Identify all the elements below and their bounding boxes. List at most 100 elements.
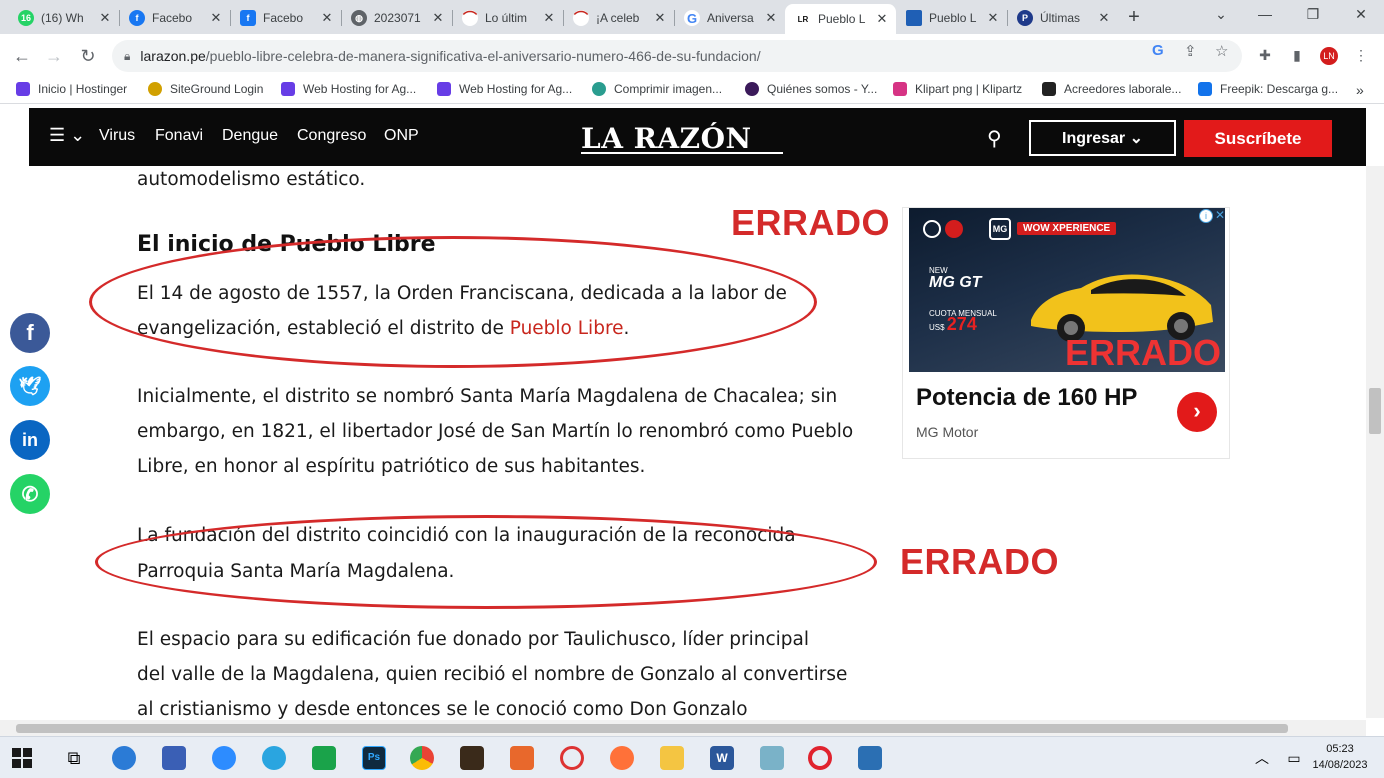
firefox-icon[interactable] — [610, 746, 634, 770]
ad-model: MG GT — [929, 274, 982, 291]
word-icon[interactable]: W — [710, 746, 734, 770]
linkedin-share-icon[interactable]: in — [10, 420, 50, 460]
klipart-icon — [893, 82, 907, 96]
tab-ultimas[interactable]: P Últimas ✕ — [1007, 4, 1118, 32]
address-bar[interactable]: 🔒︎ larazon.pe/pueblo-libre-celebra-de-ma… — [112, 40, 1242, 72]
tab-title: (16) Wh — [41, 11, 84, 25]
google-lens-icon[interactable]: G — [1152, 42, 1164, 59]
close-icon[interactable]: ✕ — [1096, 10, 1112, 26]
nav-dengue[interactable]: Dengue — [222, 127, 278, 145]
nav-onp[interactable]: ONP — [384, 127, 419, 145]
bookmark-item[interactable]: Web Hosting for Ag... — [281, 82, 416, 96]
whatsapp-icon: 16 — [18, 10, 34, 26]
bookmark-item[interactable]: SiteGround Login — [148, 82, 263, 96]
zoom-icon[interactable] — [212, 746, 236, 770]
photos-icon[interactable] — [858, 746, 882, 770]
advertisement[interactable]: MG WOW XPERIENCE NEW MG GT CUOTA MENSUAL… — [902, 207, 1230, 459]
close-icon[interactable]: ✕ — [430, 10, 446, 26]
edge-icon[interactable] — [112, 746, 136, 770]
close-icon[interactable]: ✕ — [874, 11, 890, 27]
close-icon[interactable]: ✕ — [319, 10, 335, 26]
bookmark-item[interactable]: Quiénes somos - Y... — [745, 82, 877, 96]
app-icon[interactable] — [510, 746, 534, 770]
ad-info-icon[interactable]: i — [1199, 209, 1213, 223]
back-icon[interactable]: ← — [10, 44, 34, 68]
profile-avatar[interactable]: LN — [1320, 47, 1338, 65]
bookmark-item[interactable]: Freepik: Descarga g... — [1198, 82, 1338, 96]
hostinger-icon — [281, 82, 295, 96]
opera-icon[interactable] — [808, 746, 832, 770]
horizontal-scroll-thumb[interactable] — [16, 724, 1288, 733]
tab-pueblo-libre-2[interactable]: Pueblo L ✕ — [896, 4, 1007, 32]
tab-aniversario[interactable]: G Aniversa ✕ — [674, 4, 785, 32]
chrome-icon[interactable] — [410, 746, 434, 770]
system-clock[interactable]: 05:23 14/08/2023 — [1310, 741, 1370, 773]
sidepanel-icon[interactable]: ▮ — [1288, 47, 1306, 65]
ad-close-icon[interactable]: ✕ — [1215, 208, 1225, 222]
tab-a-celebrar[interactable]: ⌒ ¡A celeb ✕ — [563, 4, 674, 32]
restore-icon[interactable]: ❐ — [1298, 6, 1328, 23]
tab-search-icon[interactable]: ⌄ — [1206, 6, 1236, 23]
vertical-scroll-thumb[interactable] — [1369, 388, 1381, 434]
forward-icon[interactable]: → — [42, 44, 66, 68]
bookmark-item[interactable]: Comprimir imagen... — [592, 82, 722, 96]
bookmarks-overflow[interactable]: » — [1356, 82, 1364, 98]
bookmark-item[interactable]: Web Hosting for Ag... — [437, 82, 572, 96]
spreadsheet-icon[interactable] — [312, 746, 336, 770]
app-icon[interactable] — [460, 746, 484, 770]
close-icon[interactable]: ✕ — [763, 10, 779, 26]
chevron-up-icon[interactable]: ︿ — [1250, 746, 1274, 770]
close-icon[interactable]: ✕ — [208, 10, 224, 26]
brand-badge-icon — [923, 220, 941, 238]
new-tab-button[interactable]: + — [1122, 6, 1146, 30]
telegram-icon[interactable] — [262, 746, 286, 770]
google-icon: G — [684, 10, 700, 26]
bookmark-item[interactable]: Klipart png | Klipartz — [893, 82, 1022, 96]
search-icon[interactable]: ⚲ — [987, 126, 1002, 151]
photoshop-icon[interactable]: Ps — [362, 746, 386, 770]
hamburger-menu-icon[interactable]: ☰ ⌄ — [49, 125, 85, 146]
nav-virus[interactable]: Virus — [99, 127, 135, 145]
app-icon[interactable] — [760, 746, 784, 770]
task-view-icon[interactable]: ⧉ — [62, 746, 86, 770]
minimize-icon[interactable]: — — [1250, 6, 1280, 22]
twitter-share-icon[interactable]: 🕊︎ — [10, 366, 50, 406]
close-icon[interactable]: ✕ — [541, 10, 557, 26]
store-icon[interactable] — [162, 746, 186, 770]
reload-icon[interactable]: ↻ — [76, 44, 100, 68]
bookmark-item[interactable]: Inicio | Hostinger — [16, 82, 127, 96]
tab-date[interactable]: ◍ 2023071 ✕ — [341, 4, 452, 32]
chevron-right-icon[interactable]: › — [1177, 392, 1217, 432]
errado-label: ERRADO — [900, 541, 1060, 582]
site-logo[interactable]: LA RAZÓN — [581, 122, 752, 155]
facebook-share-icon[interactable]: f — [10, 313, 50, 353]
close-icon[interactable]: ✕ — [97, 10, 113, 26]
vertical-scrollbar[interactable] — [1366, 166, 1384, 718]
menu-kebab-icon[interactable]: ⋮ — [1352, 47, 1370, 65]
tab-pueblo-libre-active[interactable]: LR Pueblo L ✕ — [785, 4, 896, 34]
tab-facebook-1[interactable]: f Facebo ✕ — [119, 4, 230, 32]
tab-facebook-2[interactable]: f Facebo ✕ — [230, 4, 341, 32]
bookmark-item[interactable]: Acreedores laborale... — [1042, 82, 1181, 96]
ad-title[interactable]: Potencia de 160 HP — [916, 384, 1137, 412]
errado-label: ERRADO — [1065, 332, 1222, 372]
login-button[interactable]: Ingresar ⌄ — [1029, 120, 1176, 156]
extensions-icon[interactable]: ✚ — [1256, 47, 1274, 65]
network-icon[interactable]: ▭ — [1282, 746, 1306, 770]
file-explorer-icon[interactable] — [660, 746, 684, 770]
nav-fonavi[interactable]: Fonavi — [155, 127, 203, 145]
opera-gx-icon[interactable] — [560, 746, 584, 770]
close-window-icon[interactable]: ✕ — [1346, 6, 1376, 23]
windows-start-icon[interactable] — [12, 748, 32, 768]
whatsapp-share-icon[interactable]: ✆ — [10, 474, 50, 514]
close-icon[interactable]: ✕ — [985, 10, 1001, 26]
tab-lo-ultimo[interactable]: ⌒ Lo últim ✕ — [452, 4, 563, 32]
close-icon[interactable]: ✕ — [652, 10, 668, 26]
bookmark-star-icon[interactable]: ☆ — [1215, 42, 1228, 60]
site-icon — [1042, 82, 1056, 96]
article-line: El espacio para su edificación fue donad… — [137, 629, 809, 650]
share-icon[interactable]: ⇪ — [1184, 42, 1197, 60]
subscribe-button[interactable]: Suscríbete — [1184, 120, 1332, 157]
nav-congreso[interactable]: Congreso — [297, 127, 366, 145]
tab-whatsapp[interactable]: 16 (16) Wh ✕ — [8, 4, 119, 32]
